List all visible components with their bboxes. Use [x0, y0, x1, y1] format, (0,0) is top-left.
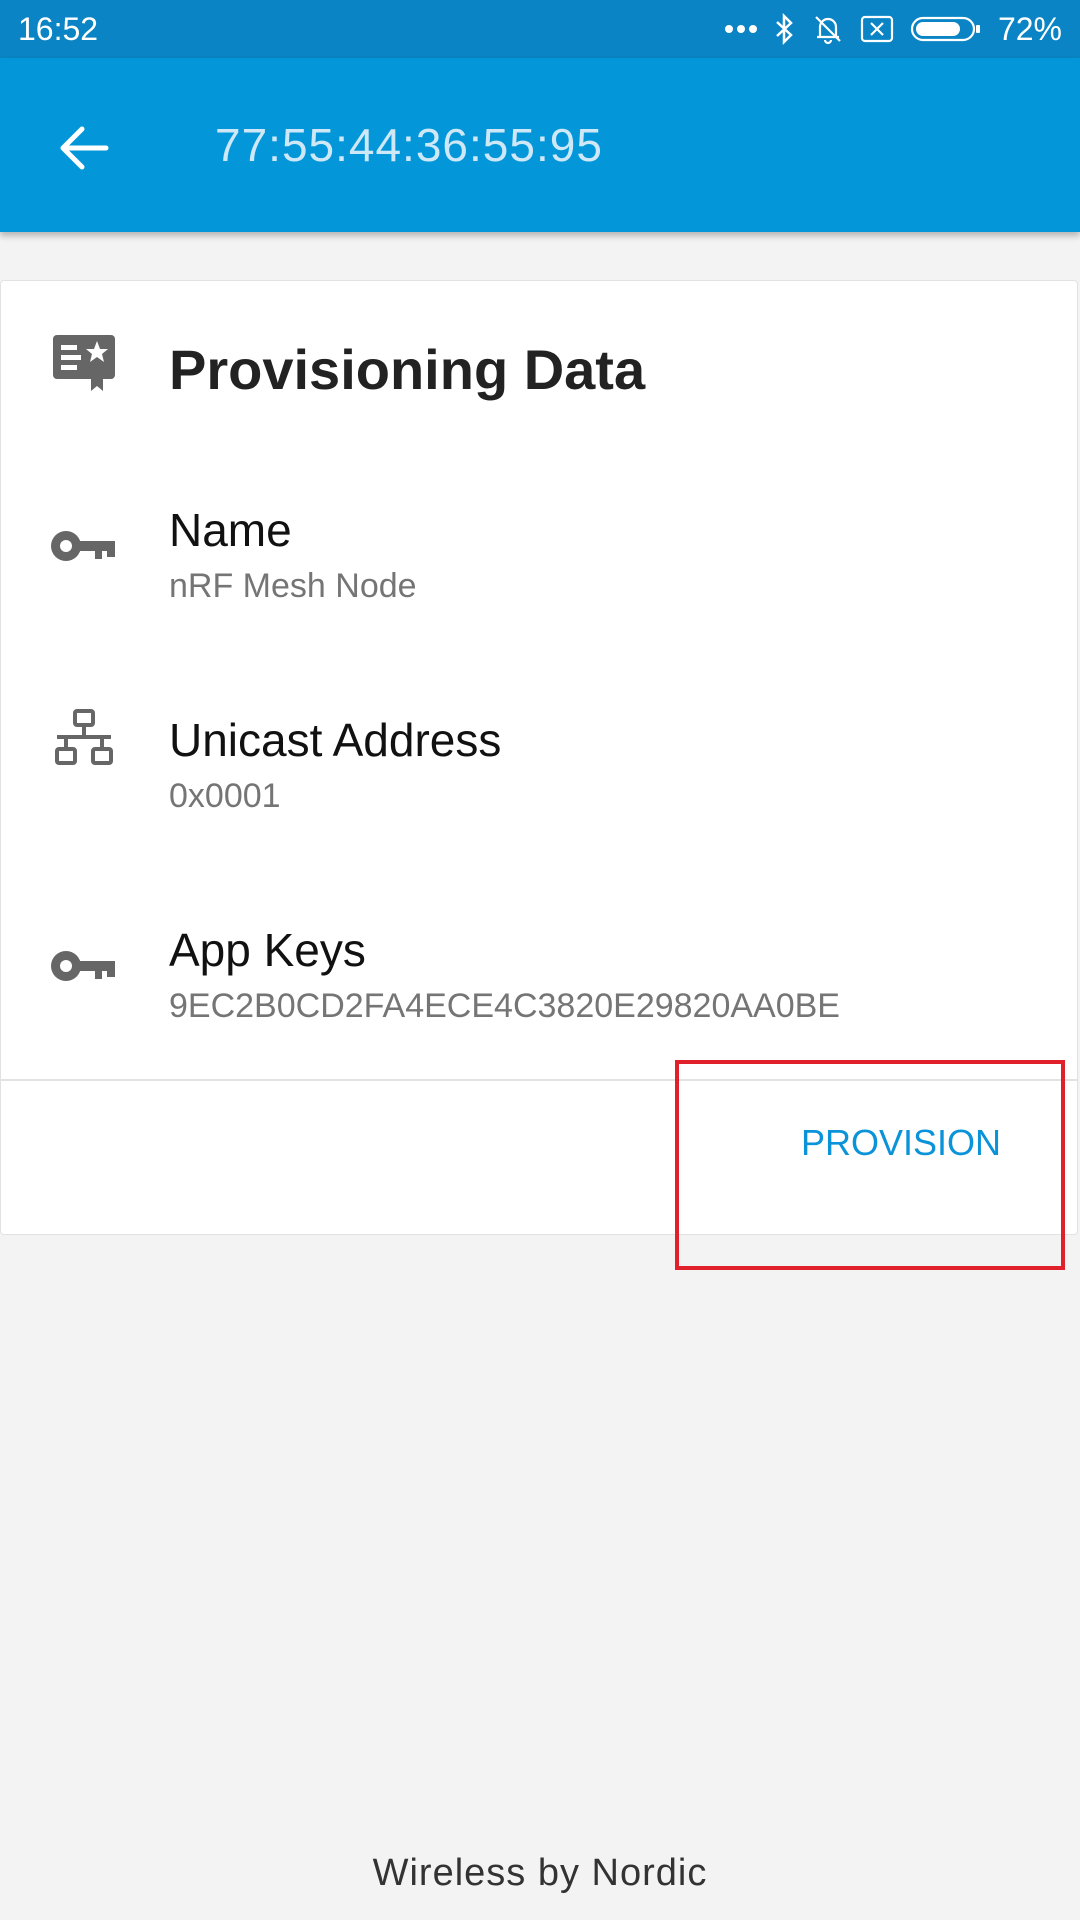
app-keys-row: App Keys 9EC2B0CD2FA4ECE4C3820E29820AA0B…	[1, 923, 1077, 1083]
footer-branding: Wireless by Nordic	[372, 1852, 708, 1894]
battery-percent: 72%	[997, 10, 1062, 47]
status-time: 16:52	[18, 10, 99, 47]
key-icon	[49, 947, 117, 990]
notifications-off-icon	[812, 13, 844, 45]
app-bar: 77:55:44:36:55:95	[0, 58, 1080, 232]
provision-button[interactable]: PROVISION	[791, 1103, 1011, 1183]
name-label: Name	[169, 504, 292, 556]
status-icons: 72%	[724, 11, 1062, 48]
name-row: Name nRF Mesh Node	[1, 503, 1077, 663]
app-keys-label: App Keys	[169, 924, 366, 976]
network-icon	[53, 709, 115, 776]
bluetooth-icon	[774, 13, 796, 45]
status-bar: 16:52 72%	[0, 0, 1080, 58]
card-header: Provisioning Data	[1, 281, 1077, 461]
arrow-back-icon	[58, 124, 110, 177]
unicast-address-row: Unicast Address 0x0001	[1, 709, 1077, 873]
more-dots-icon	[724, 24, 758, 34]
key-icon	[49, 527, 117, 570]
battery-icon	[910, 15, 982, 43]
app-keys-value: 9EC2B0CD2FA4ECE4C3820E29820AA0BE	[169, 987, 840, 1025]
name-value: nRF Mesh Node	[169, 567, 417, 605]
unicast-address-value: 0x0001	[169, 777, 281, 815]
certificate-icon	[51, 333, 117, 398]
sim-off-icon	[860, 15, 894, 43]
card-divider	[1, 1079, 1077, 1081]
provisioning-data-card: Provisioning Data Name nRF Mesh Node Uni…	[0, 280, 1078, 1235]
back-button[interactable]	[44, 110, 124, 190]
card-title: Provisioning Data	[169, 338, 646, 401]
device-address-title: 77:55:44:36:55:95	[215, 119, 603, 171]
unicast-address-label: Unicast Address	[169, 714, 502, 766]
